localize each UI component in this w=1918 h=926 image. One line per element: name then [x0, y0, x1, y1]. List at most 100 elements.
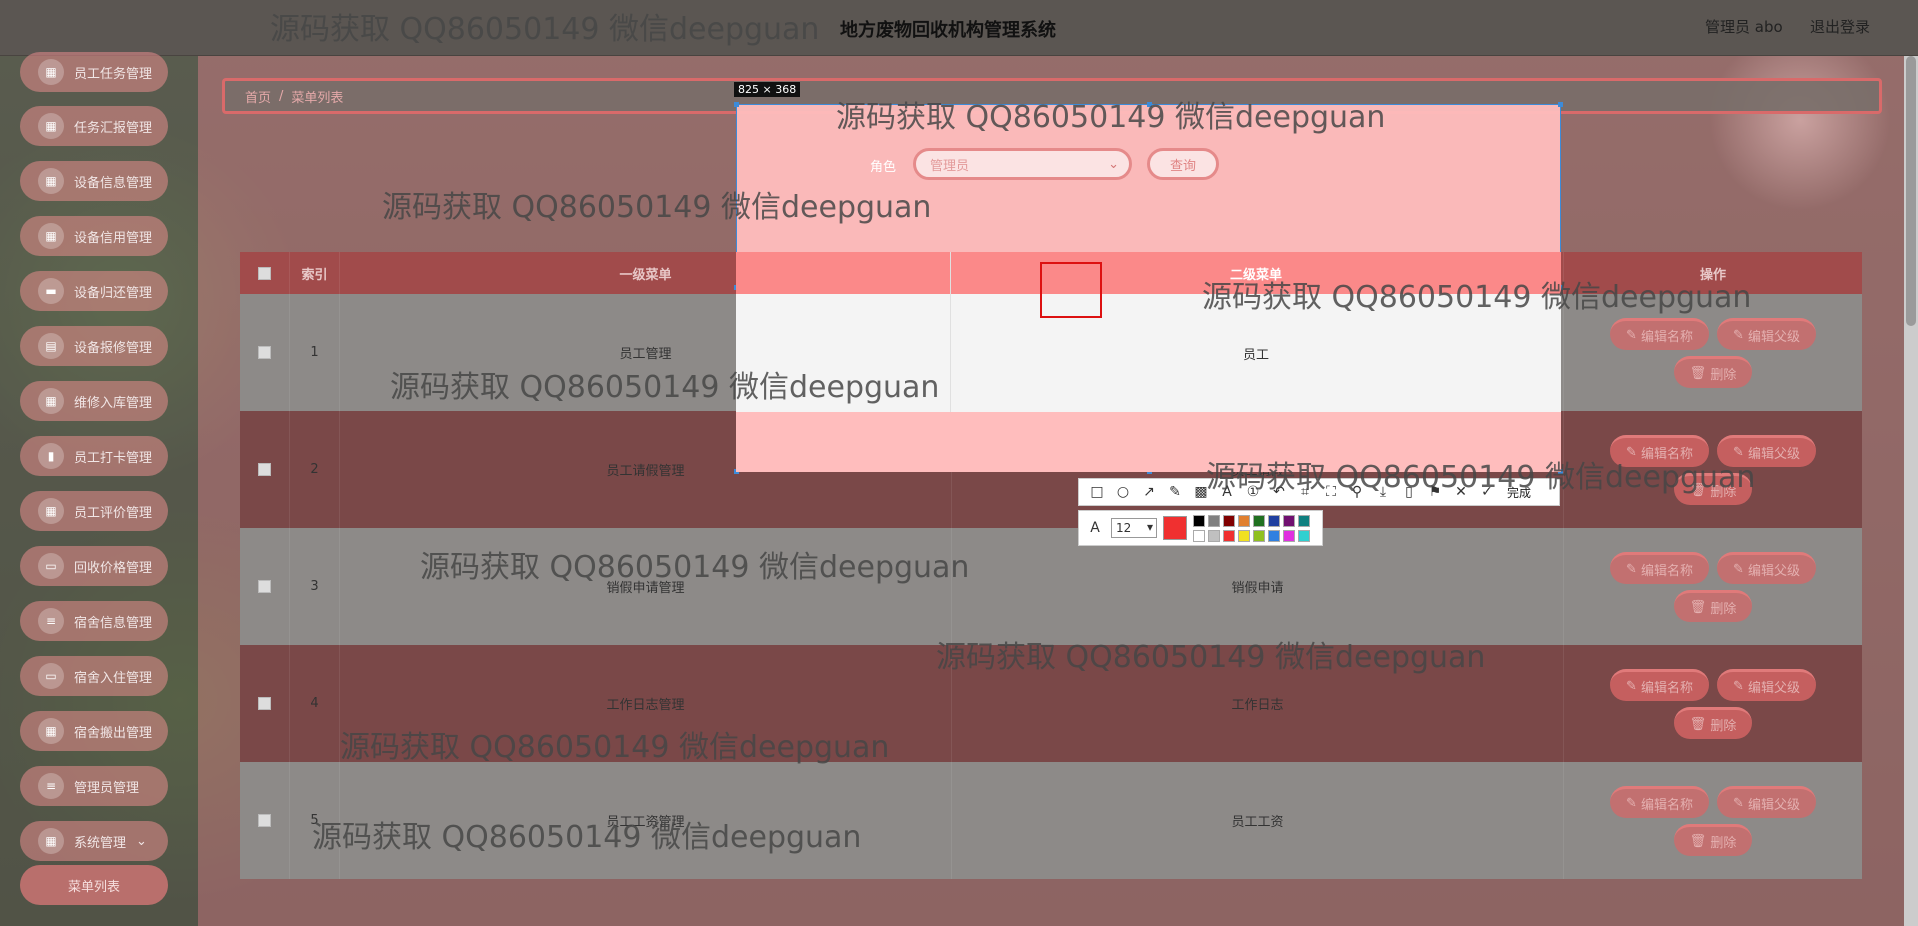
watermark: 源码获取 QQ86050149 微信deepguan	[312, 820, 862, 855]
color-swatch[interactable]	[1283, 529, 1295, 542]
edit-parent-button[interactable]: ✎ 编辑父级	[1717, 668, 1817, 701]
sidebar-item-evaluation[interactable]: ▦ 员工评价管理	[20, 491, 168, 531]
color-swatch[interactable]	[1208, 529, 1220, 542]
sidebar-item-label: 任务汇报管理	[74, 120, 153, 136]
sidebar-item-label: 设备信用管理	[74, 230, 153, 246]
grid-icon: ▦	[38, 168, 64, 194]
resize-handle[interactable]	[734, 102, 739, 107]
ellipse-icon[interactable]: ○	[1113, 482, 1133, 502]
trash-icon: 🗑	[1689, 599, 1711, 615]
sidebar-item-label: 系统管理	[74, 835, 127, 851]
role-select[interactable]: 管理员 ⌄	[913, 148, 1132, 180]
color-swatch[interactable]	[1268, 529, 1280, 542]
sidebar-item-label: 宿舍信息管理	[74, 615, 153, 631]
sidebar-item-dorm-out[interactable]: ▦ 宿舍搬出管理	[20, 711, 168, 751]
sidebar-item-price[interactable]: ▭ 回收价格管理	[20, 546, 168, 586]
system-title: 地方废物回收机构管理系统	[840, 20, 1056, 41]
sidebar-item-device-return[interactable]: ▬ 设备归还管理	[20, 271, 168, 311]
sidebar-item-clock-in[interactable]: ▮ 员工打卡管理	[20, 436, 168, 476]
capture-size-label: 825 × 368	[734, 82, 801, 97]
pencil-icon[interactable]: ✎	[1165, 482, 1185, 502]
current-color[interactable]	[1163, 516, 1187, 540]
breadcrumb-home[interactable]: 首页	[245, 87, 271, 106]
delete-button[interactable]: 🗑 删除	[1673, 823, 1753, 856]
sidebar-item-device[interactable]: ▦ 设备信息管理	[20, 161, 168, 201]
color-swatch[interactable]	[1253, 529, 1265, 542]
row-checkbox[interactable]	[258, 580, 271, 593]
sidebar-item-label: 员工任务管理	[74, 66, 153, 82]
sidebar-item-dorm[interactable]: ≡ 宿舍信息管理	[20, 601, 168, 641]
edit-parent-button[interactable]: ✎ 编辑父级	[1717, 551, 1817, 584]
grid-icon: ▦	[38, 59, 64, 85]
row-checkbox[interactable]	[258, 346, 271, 359]
grid-icon: ▦	[38, 718, 64, 744]
resize-handle[interactable]	[1558, 102, 1563, 107]
breadcrumb-separator: /	[279, 88, 284, 104]
sidebar-item-task[interactable]: ▦ 员工任务管理	[20, 52, 168, 92]
delete-button[interactable]: 🗑 删除	[1673, 589, 1753, 622]
sidebar-item-dorm-in[interactable]: ▭ 宿舍入住管理	[20, 656, 168, 696]
rectangle-icon[interactable]: □	[1087, 482, 1107, 502]
arrow-icon[interactable]: ↗	[1139, 482, 1159, 502]
sidebar-item-device-credit[interactable]: ▦ 设备信用管理	[20, 216, 168, 256]
sidebar-subitem-menu-list[interactable]: 菜单列表	[20, 865, 168, 905]
row-checkbox[interactable]	[258, 463, 271, 476]
drawn-rectangle[interactable]	[1040, 262, 1102, 318]
sidebar-item-label: 宿舍搬出管理	[74, 725, 153, 741]
sidebar-item-label: 维修入库管理	[74, 395, 153, 411]
capture-style-bar: A 12 ▾	[1078, 510, 1323, 546]
trash-icon: 🗑	[1689, 833, 1711, 849]
watermark: 源码获取 QQ86050149 微信deepguan	[382, 190, 932, 225]
edit-icon: ✎	[1733, 678, 1749, 694]
color-swatch[interactable]	[1268, 514, 1280, 527]
sidebar-item-label: 管理员管理	[74, 780, 140, 796]
color-swatch[interactable]	[1253, 514, 1265, 527]
role-label: 角色	[870, 160, 897, 175]
watermark: 源码获取 QQ86050149 微信deepguan	[1202, 280, 1752, 315]
color-swatch[interactable]	[1238, 514, 1250, 527]
color-swatch[interactable]	[1193, 514, 1205, 527]
role-select-value: 管理员	[930, 158, 970, 174]
color-swatch[interactable]	[1238, 529, 1250, 542]
delete-button[interactable]: 🗑 删除	[1673, 706, 1753, 739]
user-info: 管理员 abo	[1705, 18, 1783, 36]
edit-icon: ✎	[1733, 561, 1749, 577]
cell-menu2: 员工工资	[952, 762, 1564, 879]
logout-link[interactable]: 退出登录	[1810, 16, 1870, 37]
edit-name-button[interactable]: ✎ 编辑名称	[1609, 317, 1709, 350]
cell-index: 1	[290, 294, 340, 411]
color-swatch[interactable]	[1283, 514, 1295, 527]
color-swatch[interactable]	[1298, 529, 1310, 542]
trash-icon: 🗑	[1689, 365, 1711, 381]
sidebar-item-repair-stock[interactable]: ▦ 维修入库管理	[20, 381, 168, 421]
sidebar-item-system[interactable]: ▦ 系统管理 ⌄	[20, 821, 168, 861]
chevron-down-icon: ⌄	[136, 833, 147, 849]
sidebar-item-report[interactable]: ▦ 任务汇报管理	[20, 106, 168, 146]
sidebar-item-admin[interactable]: ≡ 管理员管理	[20, 766, 168, 806]
edit-name-button[interactable]: ✎ 编辑名称	[1609, 668, 1709, 701]
row-checkbox[interactable]	[258, 697, 271, 710]
edit-parent-button[interactable]: ✎ 编辑父级	[1717, 785, 1817, 818]
font-size-select[interactable]: 12 ▾	[1111, 518, 1157, 538]
edit-name-button[interactable]: ✎ 编辑名称	[1609, 785, 1709, 818]
scrollbar[interactable]	[1904, 56, 1918, 926]
sidebar-item-device-repair[interactable]: ▤ 设备报修管理	[20, 326, 168, 366]
grid-icon: ▦	[38, 223, 64, 249]
color-swatch[interactable]	[1223, 529, 1235, 542]
color-swatch[interactable]	[1193, 529, 1205, 542]
edit-name-button[interactable]: ✎ 编辑名称	[1609, 551, 1709, 584]
row-checkbox[interactable]	[258, 814, 271, 827]
delete-button[interactable]: 🗑 删除	[1673, 355, 1753, 388]
sidebar-item-label: 员工打卡管理	[74, 450, 153, 466]
query-button[interactable]: 查询	[1147, 148, 1219, 180]
select-all-checkbox[interactable]	[258, 266, 271, 280]
color-swatch[interactable]	[1208, 514, 1220, 527]
edit-parent-button[interactable]: ✎ 编辑父级	[1717, 317, 1817, 350]
monitor-icon: ▭	[38, 553, 64, 579]
color-swatch[interactable]	[1298, 514, 1310, 527]
sidebar-item-label: 设备归还管理	[74, 285, 153, 301]
header-index: 索引	[290, 252, 340, 294]
scrollbar-thumb[interactable]	[1906, 56, 1916, 326]
grid-icon: ▦	[38, 388, 64, 414]
color-swatch[interactable]	[1223, 514, 1235, 527]
